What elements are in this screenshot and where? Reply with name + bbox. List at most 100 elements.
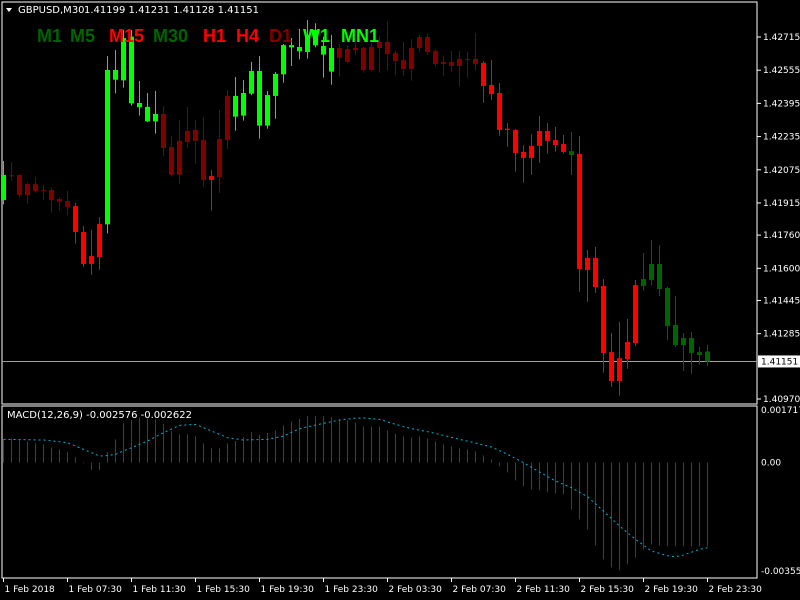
candle	[17, 174, 22, 198]
candle	[81, 225, 86, 268]
time-tick-label: 1 Feb 15:30	[197, 585, 251, 595]
candle-body	[609, 352, 614, 381]
candle-body	[641, 279, 646, 286]
candle-body	[241, 93, 246, 116]
candle-body	[137, 102, 142, 108]
candle-body	[297, 46, 302, 52]
price-tick-label: 1.42235	[763, 133, 800, 143]
time-tick-label: 1 Feb 2018	[5, 585, 56, 595]
candle-body	[433, 50, 438, 64]
price-tick-label: 1.41285	[763, 330, 800, 340]
candle-body	[81, 232, 86, 264]
candle-body	[689, 338, 694, 353]
candle-body	[385, 41, 390, 55]
timeframe-button-m30[interactable]: M30	[153, 26, 188, 46]
candle	[577, 135, 582, 292]
time-tick-label: 2 Feb 11:30	[517, 585, 571, 595]
candle-body	[601, 285, 606, 353]
candle-body	[537, 130, 542, 146]
price-tick-label: 1.42395	[763, 99, 800, 109]
candle-body	[249, 71, 254, 94]
timeframe-button-w1[interactable]: W1	[303, 26, 330, 46]
chart-background	[0, 0, 800, 600]
candle-body	[697, 352, 702, 356]
candle-body	[329, 47, 334, 72]
candle-body	[49, 190, 54, 201]
time-tick-label: 2 Feb 23:30	[709, 585, 763, 595]
timeframe-button-m1[interactable]: M1	[37, 26, 62, 46]
timeframe-button-m5[interactable]: M5	[70, 26, 95, 46]
candle	[265, 90, 270, 129]
timeframe-button-mn1[interactable]: MN1	[341, 26, 379, 46]
timeframe-button-m15[interactable]: M15	[109, 26, 144, 46]
chart-header: GBPUSD,M30 1.41199 1.41231 1.41128 1.411…	[6, 5, 259, 16]
candle-body	[73, 206, 78, 233]
time-tick-label: 2 Feb 15:30	[581, 585, 635, 595]
candle-body	[273, 73, 278, 96]
candle-body	[657, 263, 662, 290]
candle-body	[369, 46, 374, 70]
candle	[369, 43, 374, 72]
time-tick-label: 2 Feb 03:30	[389, 585, 443, 595]
candle-body	[465, 58, 470, 61]
candle-body	[257, 71, 262, 126]
candle	[105, 56, 110, 234]
price-tick-label: 1.42715	[763, 33, 800, 43]
candle-body	[585, 257, 590, 270]
candle-body	[145, 106, 150, 122]
candle-body	[665, 288, 670, 326]
macd-title: MACD(12,26,9) -0.002576 -0.002622	[7, 410, 192, 421]
candle-body	[649, 263, 654, 280]
macd-axis-label: 0.00	[761, 459, 781, 469]
time-tick-label: 1 Feb 23:30	[325, 585, 379, 595]
candle-body	[417, 37, 422, 48]
candle-body	[353, 47, 358, 51]
candle-body	[409, 47, 414, 69]
timeframe-button-h4[interactable]: H4	[236, 26, 259, 46]
candle-body	[449, 61, 454, 67]
timeframe-button-d1[interactable]: D1	[269, 26, 292, 46]
candle-body	[281, 45, 286, 75]
candle-body	[529, 145, 534, 158]
price-tick-label: 1.41600	[763, 264, 800, 274]
candle-body	[113, 69, 118, 80]
macd-axis-label: -0.003555	[761, 567, 800, 577]
candle-body	[33, 184, 38, 191]
timeframe-button-h1[interactable]: H1	[203, 26, 226, 46]
candle-body	[625, 341, 630, 359]
candle-body	[577, 154, 582, 269]
candle-body	[65, 201, 70, 207]
candle-body	[705, 351, 710, 362]
candle-body	[457, 58, 462, 67]
candle-body	[521, 151, 526, 158]
candle-body	[9, 175, 14, 177]
candle-body	[225, 95, 230, 141]
price-tick-label: 1.40970	[763, 395, 800, 405]
price-tick-label: 1.41445	[763, 296, 800, 306]
candle-body	[265, 95, 270, 126]
candle-body	[681, 338, 686, 346]
candle-body	[57, 199, 62, 202]
candle-body	[129, 36, 134, 104]
current-price-label: 1.41151	[761, 357, 798, 367]
trading-chart[interactable]: 1.42715 1.42555 1.42395 1.42235 1.42075 1.419…	[0, 0, 800, 600]
ohlc-values: 1.41199 1.41231 1.41128 1.41151	[84, 5, 259, 16]
price-tick-label: 1.41915	[763, 199, 800, 209]
time-tick-label: 1 Feb 11:30	[133, 585, 187, 595]
price-tick-label: 1.42075	[763, 166, 800, 176]
price-tick-label: 1.42555	[763, 66, 800, 76]
candle	[361, 46, 366, 73]
candle-body	[393, 52, 398, 62]
candle-body	[513, 129, 518, 153]
candle-body	[1, 174, 6, 201]
candle-body	[561, 144, 566, 152]
candle-body	[209, 175, 214, 180]
candle-body	[217, 139, 222, 178]
candle-body	[233, 95, 238, 117]
candle-body	[617, 358, 622, 381]
candle-body	[337, 47, 342, 58]
candle-body	[89, 256, 94, 264]
candle-body	[505, 128, 510, 130]
candle-body	[425, 37, 430, 52]
candle-body	[41, 190, 46, 192]
